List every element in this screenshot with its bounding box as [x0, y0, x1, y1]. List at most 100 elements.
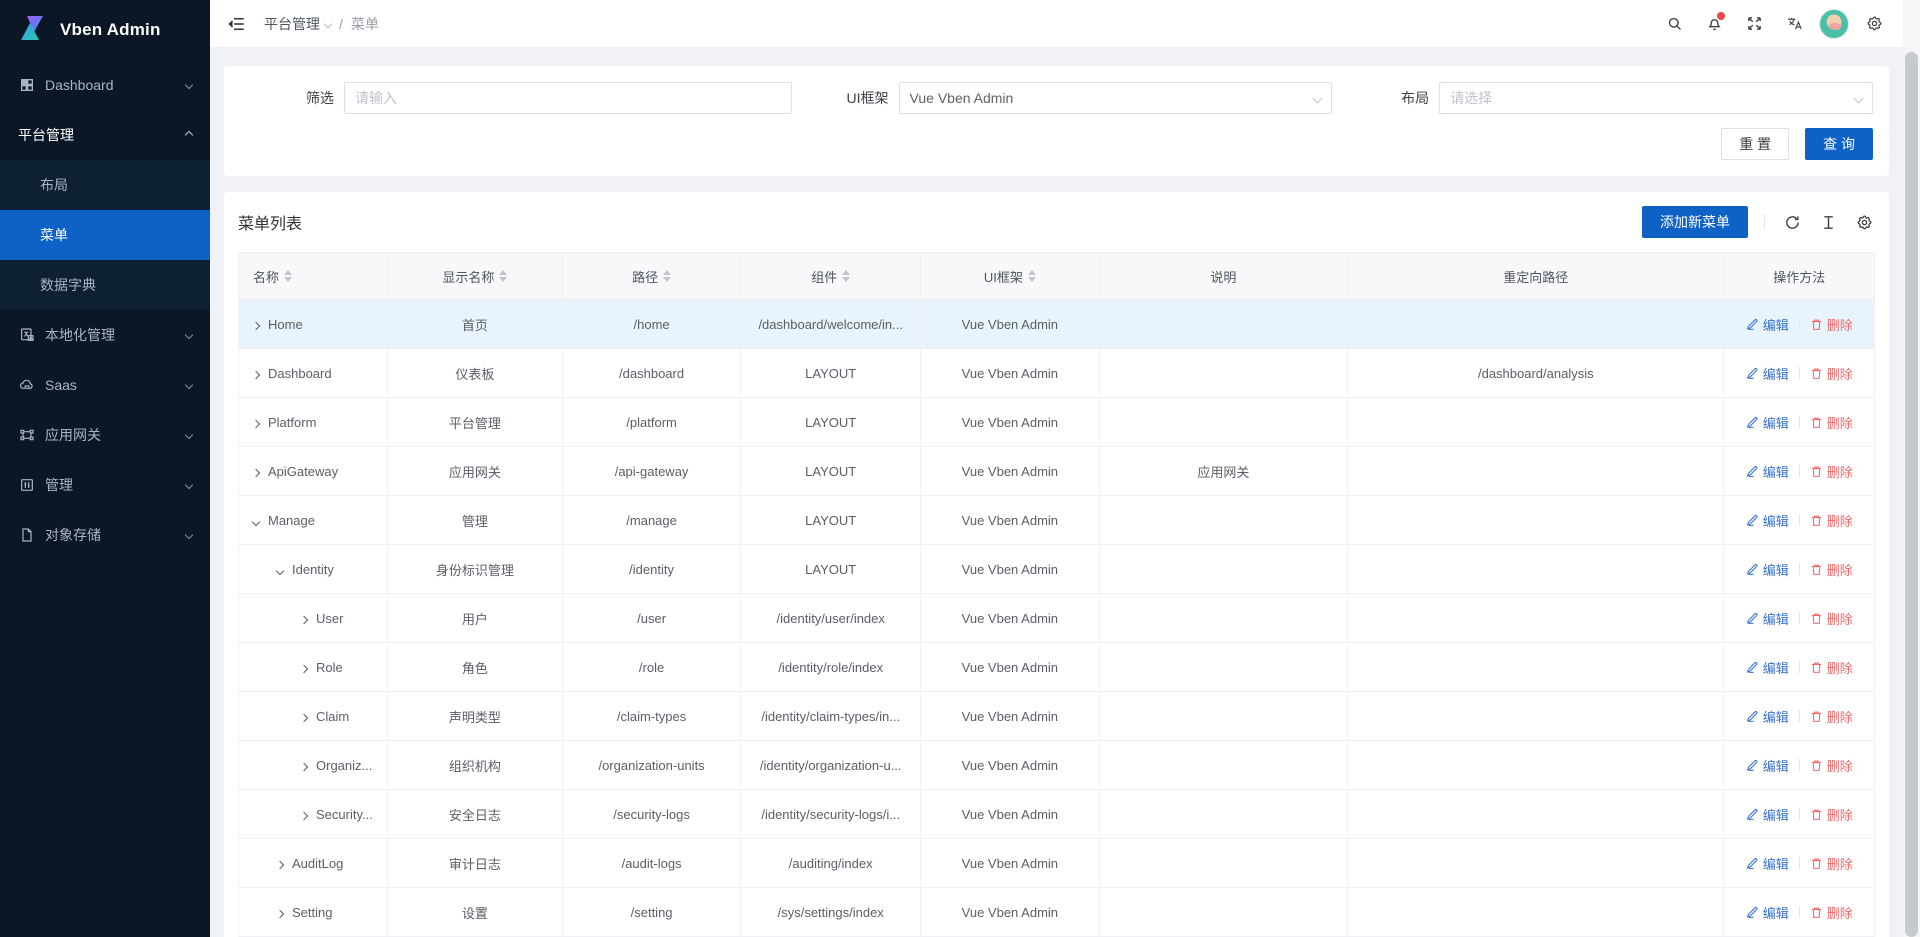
filter-keyword-label: 筛选	[306, 88, 334, 108]
cell-framework: Vue Vben Admin	[921, 643, 1099, 692]
column-header-path[interactable]: 路径	[562, 253, 740, 300]
table-row[interactable]: AuditLog审计日志/audit-logs/auditing/indexVu…	[239, 839, 1875, 888]
cell-redirect	[1348, 741, 1724, 790]
page-scrollbar[interactable]	[1903, 0, 1920, 937]
expand-row-chevron-icon[interactable]	[300, 664, 308, 672]
delete-link[interactable]: 删除	[1810, 854, 1853, 873]
sort-icon[interactable]	[1028, 270, 1036, 282]
edit-link[interactable]: 编辑	[1746, 756, 1789, 775]
column-header-component[interactable]: 组件	[741, 253, 921, 300]
expand-row-chevron-icon[interactable]	[300, 811, 308, 819]
column-header-name[interactable]: 名称	[239, 253, 388, 300]
edit-link[interactable]: 编辑	[1746, 609, 1789, 628]
expand-row-chevron-icon[interactable]	[300, 713, 308, 721]
expand-row-chevron-icon[interactable]	[252, 321, 260, 329]
table-row[interactable]: Organiz...组织机构/organization-units/identi…	[239, 741, 1875, 790]
sidebar-item-label: 数据字典	[40, 275, 192, 295]
expand-row-chevron-icon[interactable]	[252, 370, 260, 378]
table-row[interactable]: Claim声明类型/claim-types/identity/claim-typ…	[239, 692, 1875, 741]
sidebar-item-object-storage[interactable]: 对象存储	[0, 510, 210, 560]
cell-component: /identity/user/index	[741, 594, 921, 643]
row-height-icon[interactable]	[1817, 211, 1839, 233]
edit-link[interactable]: 编辑	[1746, 560, 1789, 579]
sidebar-item-gateway[interactable]: 应用网关	[0, 410, 210, 460]
collapse-row-chevron-icon[interactable]	[276, 566, 284, 574]
sort-icon[interactable]	[842, 270, 850, 282]
delete-link[interactable]: 删除	[1810, 364, 1853, 383]
delete-link[interactable]: 删除	[1810, 413, 1853, 432]
sort-icon[interactable]	[663, 270, 671, 282]
delete-link[interactable]: 删除	[1810, 511, 1853, 530]
search-button[interactable]: 查 询	[1805, 128, 1873, 160]
delete-link[interactable]: 删除	[1810, 805, 1853, 824]
expand-row-chevron-icon[interactable]	[300, 762, 308, 770]
expand-row-chevron-icon[interactable]	[252, 419, 260, 427]
edit-link[interactable]: 编辑	[1746, 854, 1789, 873]
row-name-text: ApiGateway	[268, 464, 338, 479]
edit-link[interactable]: 编辑	[1746, 511, 1789, 530]
sort-icon[interactable]	[284, 270, 292, 282]
table-row[interactable]: Security...安全日志/security-logs/identity/s…	[239, 790, 1875, 839]
sidebar-item-localization[interactable]: 本地化管理	[0, 310, 210, 360]
notification-bell-icon[interactable]	[1699, 9, 1729, 39]
sidebar-item-menu[interactable]: 菜单	[0, 210, 210, 260]
breadcrumb-parent[interactable]: 平台管理	[264, 14, 331, 34]
delete-link[interactable]: 删除	[1810, 707, 1853, 726]
sidebar-item-manage[interactable]: 管理	[0, 460, 210, 510]
sidebar-item-saas[interactable]: Saas	[0, 360, 210, 410]
translate-language-icon[interactable]	[1779, 9, 1809, 39]
add-menu-button[interactable]: 添加新菜单	[1642, 206, 1748, 238]
edit-link[interactable]: 编辑	[1746, 903, 1789, 922]
app-logo[interactable]: Vben Admin	[0, 0, 210, 56]
edit-link[interactable]: 编辑	[1746, 462, 1789, 481]
sort-icon[interactable]	[499, 270, 507, 282]
delete-link[interactable]: 删除	[1810, 315, 1853, 334]
cell-path: /dashboard	[562, 349, 740, 398]
delete-link[interactable]: 删除	[1810, 903, 1853, 922]
settings-gear-icon[interactable]	[1859, 9, 1889, 39]
edit-link[interactable]: 编辑	[1746, 707, 1789, 726]
localization-icon	[18, 327, 35, 344]
table-row[interactable]: User用户/user/identity/user/indexVue Vben …	[239, 594, 1875, 643]
table-row[interactable]: Role角色/role/identity/role/indexVue Vben …	[239, 643, 1875, 692]
sidebar-item-platform[interactable]: 平台管理	[0, 110, 210, 160]
delete-link[interactable]: 删除	[1810, 609, 1853, 628]
expand-row-chevron-icon[interactable]	[276, 909, 284, 917]
table-row[interactable]: Dashboard仪表板/dashboardLAYOUTVue Vben Adm…	[239, 349, 1875, 398]
collapse-row-chevron-icon[interactable]	[252, 517, 260, 525]
delete-link[interactable]: 删除	[1810, 462, 1853, 481]
user-avatar[interactable]	[1819, 9, 1849, 39]
table-row[interactable]: Identity身份标识管理/identityLAYOUTVue Vben Ad…	[239, 545, 1875, 594]
table-row[interactable]: Home首页/home/dashboard/welcome/in...Vue V…	[239, 300, 1875, 349]
layout-select[interactable]: 请选择	[1439, 82, 1873, 114]
expand-row-chevron-icon[interactable]	[276, 860, 284, 868]
column-settings-gear-icon[interactable]	[1853, 211, 1875, 233]
sidebar-item-dashboard[interactable]: Dashboard	[0, 60, 210, 110]
table-row[interactable]: Manage管理/manageLAYOUTVue Vben Admin编辑删除	[239, 496, 1875, 545]
reset-button[interactable]: 重 置	[1721, 128, 1789, 160]
sidebar-collapse-icon[interactable]	[224, 11, 250, 37]
expand-row-chevron-icon[interactable]	[300, 615, 308, 623]
sidebar-item-data-dictionary[interactable]: 数据字典	[0, 260, 210, 310]
framework-select[interactable]: Vue Vben Admin	[899, 82, 1333, 114]
search-icon[interactable]	[1659, 9, 1689, 39]
table-row[interactable]: Platform平台管理/platformLAYOUTVue Vben Admi…	[239, 398, 1875, 447]
scrollbar-thumb[interactable]	[1905, 52, 1918, 937]
table-row[interactable]: ApiGateway应用网关/api-gatewayLAYOUTVue Vben…	[239, 447, 1875, 496]
filter-keyword-input[interactable]	[355, 90, 781, 106]
expand-row-chevron-icon[interactable]	[252, 468, 260, 476]
edit-link[interactable]: 编辑	[1746, 315, 1789, 334]
table-row[interactable]: Setting设置/setting/sys/settings/indexVue …	[239, 888, 1875, 937]
edit-link[interactable]: 编辑	[1746, 364, 1789, 383]
column-header-framework[interactable]: UI框架	[921, 253, 1099, 300]
delete-link[interactable]: 删除	[1810, 560, 1853, 579]
edit-link[interactable]: 编辑	[1746, 413, 1789, 432]
column-header-display-name[interactable]: 显示名称	[387, 253, 562, 300]
edit-link[interactable]: 编辑	[1746, 658, 1789, 677]
refresh-icon[interactable]	[1781, 211, 1803, 233]
delete-link[interactable]: 删除	[1810, 756, 1853, 775]
delete-link[interactable]: 删除	[1810, 658, 1853, 677]
fullscreen-icon[interactable]	[1739, 9, 1769, 39]
sidebar-item-layout[interactable]: 布局	[0, 160, 210, 210]
edit-link[interactable]: 编辑	[1746, 805, 1789, 824]
